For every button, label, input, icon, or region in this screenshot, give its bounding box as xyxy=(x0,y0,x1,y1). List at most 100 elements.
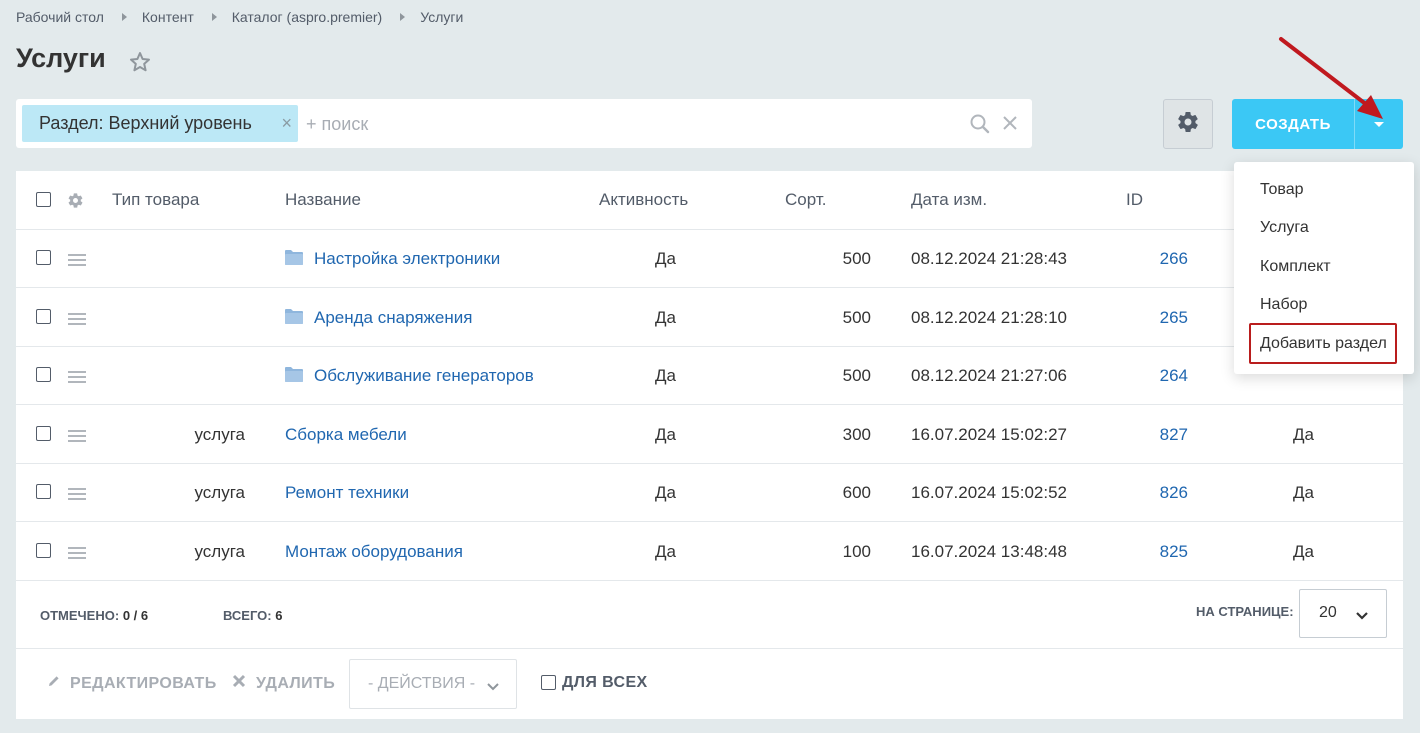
row-checkbox[interactable] xyxy=(36,425,51,441)
cell-name-link[interactable]: Монтаж оборудования xyxy=(285,542,463,562)
for-all-checkbox[interactable] xyxy=(541,675,556,690)
cell-active: Да xyxy=(655,424,676,444)
drag-handle-icon[interactable] xyxy=(68,428,86,448)
drag-handle-icon[interactable] xyxy=(68,545,86,565)
cell-name-link[interactable]: Обслуживание генераторов xyxy=(314,366,534,386)
cell-id-link[interactable]: 827 xyxy=(1160,425,1188,445)
row-checkbox[interactable] xyxy=(36,542,51,558)
cell-type: услуга xyxy=(194,424,245,444)
drag-handle-icon[interactable] xyxy=(68,486,86,506)
folder-icon xyxy=(284,365,304,388)
drag-handle-icon[interactable] xyxy=(68,311,86,331)
cell-name-link[interactable]: Сборка мебели xyxy=(285,425,407,445)
breadcrumb-item-catalog[interactable]: Каталог (aspro.premier) xyxy=(232,9,382,25)
per-page-select[interactable]: 20 xyxy=(1299,589,1387,638)
breadcrumb-item-services[interactable]: Услуги xyxy=(420,9,463,25)
column-header-sort[interactable]: Сорт. xyxy=(785,190,826,210)
drag-handle-icon[interactable] xyxy=(68,369,86,389)
total-value: 6 xyxy=(275,608,283,623)
gear-icon xyxy=(1176,110,1200,139)
drag-handle-icon[interactable] xyxy=(68,252,86,272)
column-header-date[interactable]: Дата изм. xyxy=(911,190,987,210)
cell-extra: Да xyxy=(1293,541,1314,561)
cell-sort: 500 xyxy=(842,366,871,385)
table-row[interactable]: Обслуживание генераторов Да 500 08.12.2024 … xyxy=(16,347,1403,405)
breadcrumb-item-desktop[interactable]: Рабочий стол xyxy=(16,9,104,25)
cell-id-link[interactable]: 264 xyxy=(1160,366,1188,386)
cell-id-link[interactable]: 265 xyxy=(1160,308,1188,328)
breadcrumb-separator-icon xyxy=(211,13,217,21)
per-page-label: НА СТРАНИЦЕ: xyxy=(1196,604,1294,619)
cell-name-link[interactable]: Ремонт техники xyxy=(285,483,409,503)
column-header-active[interactable]: Активность xyxy=(599,190,688,210)
selected-value: 0 / 6 xyxy=(122,608,149,623)
filter-tag[interactable]: Раздел: Верхний уровень × xyxy=(22,105,298,142)
search-input[interactable] xyxy=(306,111,946,137)
annotation-arrow-icon xyxy=(1275,33,1395,138)
breadcrumb-separator-icon xyxy=(121,13,127,21)
delete-button[interactable]: УДАЛИТЬ xyxy=(232,674,335,693)
per-page-value: 20 xyxy=(1319,604,1337,621)
filter-search-box[interactable]: Раздел: Верхний уровень × xyxy=(16,99,1032,148)
star-icon[interactable] xyxy=(128,50,152,79)
column-header-type[interactable]: Тип товара xyxy=(112,190,199,210)
selected-label: ОТМЕЧЕНО: xyxy=(40,608,120,623)
table-row[interactable]: услуга Сборка мебели Да 300 16.07.2024 15:02… xyxy=(16,406,1403,464)
grid-settings-button[interactable] xyxy=(1163,99,1213,149)
cell-name-link[interactable]: Аренда снаряжения xyxy=(314,308,472,328)
table-row[interactable]: услуга Ремонт техники Да 600 16.07.2024 15:0… xyxy=(16,464,1403,522)
column-settings-gear-icon[interactable] xyxy=(67,192,84,214)
cell-date: 16.07.2024 15:02:52 xyxy=(911,483,1067,502)
row-checkbox[interactable] xyxy=(36,367,51,382)
cell-sort: 500 xyxy=(842,307,871,327)
cell-id-link[interactable]: 266 xyxy=(1160,249,1188,269)
cell-active: Да xyxy=(655,541,676,561)
cell-date: 08.12.2024 21:27:06 xyxy=(911,366,1067,385)
cell-id-link[interactable]: 826 xyxy=(1160,483,1188,503)
filter-tag-close-icon[interactable]: × xyxy=(281,105,292,142)
table-row[interactable]: Настройка электроники Да 500 08.12.2024 21:… xyxy=(16,230,1403,288)
cell-extra: Да xyxy=(1293,424,1314,444)
cell-active: Да xyxy=(655,307,676,327)
row-checkbox[interactable] xyxy=(36,484,51,499)
chevron-down-icon xyxy=(486,679,500,697)
total-counter: ВСЕГО: 6 xyxy=(223,608,282,623)
breadcrumb-separator-icon xyxy=(400,13,406,21)
breadcrumb-item-content[interactable]: Контент xyxy=(142,9,194,25)
table-row[interactable]: услуга Монтаж оборудования Да 100 16.07.2024… xyxy=(16,523,1403,581)
column-header-id[interactable]: ID xyxy=(1126,190,1143,210)
cell-date: 16.07.2024 13:48:48 xyxy=(911,541,1067,561)
breadcrumb: Рабочий стол Контент Каталог (aspro.prem… xyxy=(16,9,463,25)
actions-select[interactable]: - ДЕЙСТВИЯ - xyxy=(349,659,517,709)
menu-item-kit[interactable]: Комплект xyxy=(1260,258,1331,276)
group-actions-bar: РЕДАКТИРОВАТЬ УДАЛИТЬ - ДЕЙСТВИЯ - ДЛЯ В… xyxy=(16,649,1403,719)
folder-icon xyxy=(284,248,304,271)
row-checkbox[interactable] xyxy=(36,250,51,265)
column-header-name[interactable]: Название xyxy=(285,190,361,210)
cell-active: Да xyxy=(655,483,676,502)
cell-id-link[interactable]: 825 xyxy=(1160,542,1188,562)
edit-label: РЕДАКТИРОВАТЬ xyxy=(70,674,217,692)
cell-name-link[interactable]: Настройка электроники xyxy=(314,249,500,269)
total-label: ВСЕГО: xyxy=(223,608,272,623)
select-all-checkbox[interactable] xyxy=(36,192,51,207)
cell-sort: 300 xyxy=(842,424,871,444)
filter-tag-label: Раздел: Верхний уровень xyxy=(39,113,252,133)
menu-item-set[interactable]: Набор xyxy=(1260,296,1307,314)
table-row[interactable]: Аренда снаряжения Да 500 08.12.2024 21:28:1… xyxy=(16,289,1403,347)
search-icon[interactable] xyxy=(969,113,991,140)
menu-item-add-section[interactable]: Добавить раздел xyxy=(1260,335,1387,353)
cell-type: услуга xyxy=(194,483,245,502)
edit-button[interactable]: РЕДАКТИРОВАТЬ xyxy=(47,674,217,693)
close-icon xyxy=(232,674,246,693)
row-checkbox[interactable] xyxy=(36,308,51,324)
cell-date: 16.07.2024 15:02:27 xyxy=(911,424,1067,444)
grid-header: Тип товара Название Активность Сорт. Дат… xyxy=(16,171,1403,230)
menu-item-service[interactable]: Услуга xyxy=(1260,219,1309,237)
clear-icon[interactable] xyxy=(1000,113,1020,138)
menu-item-product[interactable]: Товар xyxy=(1260,181,1304,199)
folder-icon xyxy=(284,307,304,330)
page-title: Услуги xyxy=(16,43,106,73)
cell-active: Да xyxy=(655,249,676,268)
cell-date: 08.12.2024 21:28:10 xyxy=(911,307,1067,327)
